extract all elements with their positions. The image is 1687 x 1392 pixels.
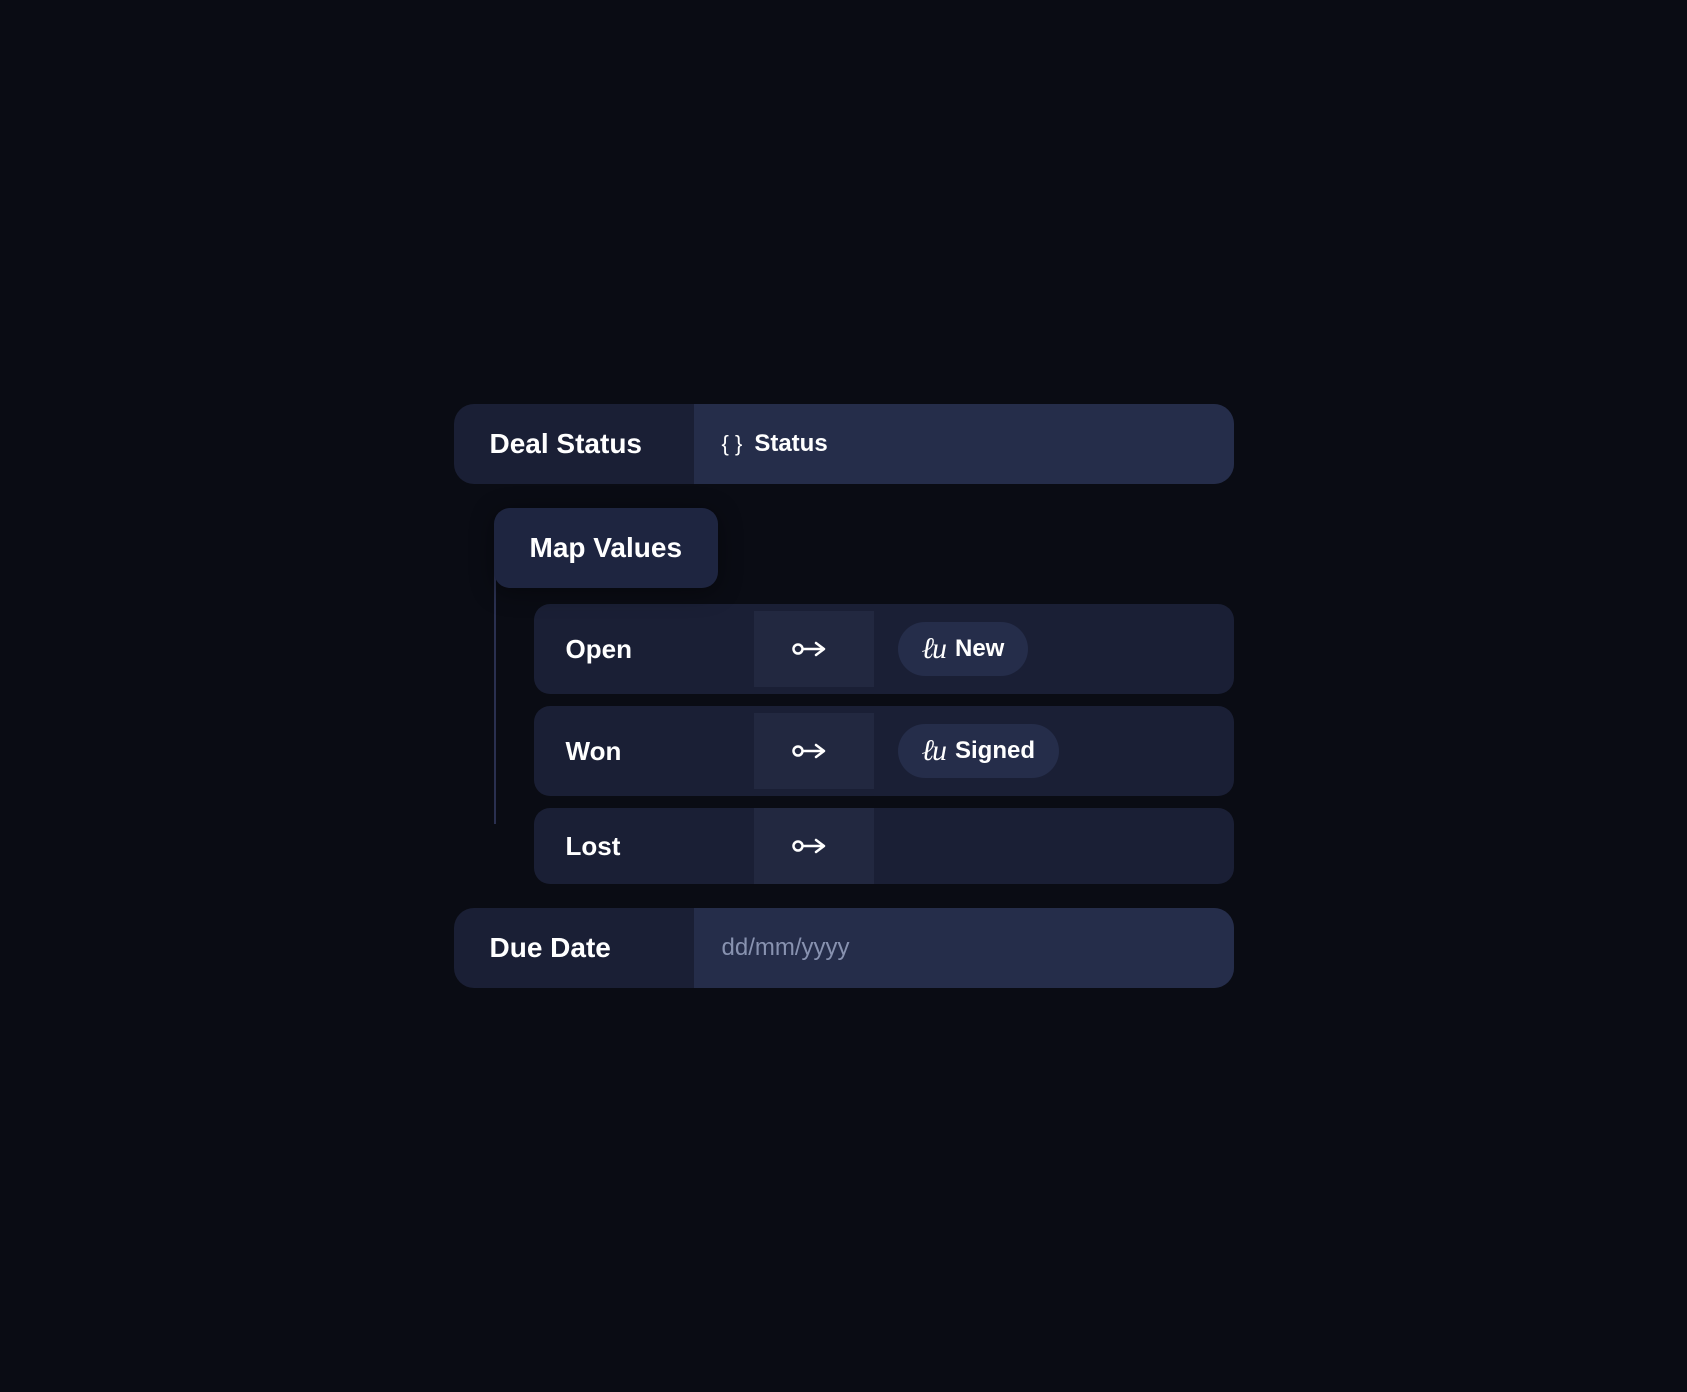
mapping-rows: Open ℓu New Won: [494, 604, 1234, 884]
mapping-row-open: Open ℓu New: [534, 604, 1234, 694]
target-won: ℓu Signed: [874, 706, 1234, 796]
arrow-section-won: [754, 713, 874, 789]
source-open: Open: [534, 616, 754, 683]
due-date-row: Due Date dd/mm/yyyy: [454, 908, 1234, 988]
source-lost: Lost: [534, 813, 754, 880]
map-values-section: Map Values Open ℓu New: [454, 508, 1234, 884]
arrow-section-open: [754, 611, 874, 687]
deal-status-row: Deal Status { } Status: [454, 404, 1234, 484]
arrow-section-lost: [754, 808, 874, 884]
mapping-row-lost: Lost: [534, 808, 1234, 884]
arrow-icon-lost: [792, 836, 836, 856]
due-date-placeholder[interactable]: dd/mm/yyyy: [722, 934, 850, 962]
deal-status-right: { } Status: [694, 404, 1234, 484]
main-container: Deal Status { } Status Map Values Open: [454, 404, 1234, 988]
arrow-icon-won: [792, 741, 836, 761]
target-pill-signed[interactable]: ℓu Signed: [898, 724, 1060, 778]
source-won: Won: [534, 718, 754, 785]
deal-status-label: Deal Status: [454, 408, 694, 480]
target-pill-new[interactable]: ℓu New: [898, 622, 1029, 676]
curly-braces-icon: { }: [722, 431, 743, 457]
signature-icon-signed: ℓu: [922, 734, 946, 768]
mapping-row-won: Won ℓu Signed: [534, 706, 1234, 796]
due-date-label: Due Date: [454, 912, 694, 984]
map-values-box[interactable]: Map Values: [494, 508, 719, 588]
arrow-icon-open: [792, 639, 836, 659]
target-label-signed: Signed: [955, 737, 1035, 765]
target-lost[interactable]: [874, 828, 1234, 864]
map-values-header: Map Values: [494, 508, 1234, 588]
target-open: ℓu New: [874, 604, 1234, 694]
due-date-right: dd/mm/yyyy: [694, 908, 1234, 988]
status-field-name: Status: [754, 430, 827, 458]
target-label-new: New: [955, 635, 1004, 663]
signature-icon-new: ℓu: [922, 632, 946, 666]
